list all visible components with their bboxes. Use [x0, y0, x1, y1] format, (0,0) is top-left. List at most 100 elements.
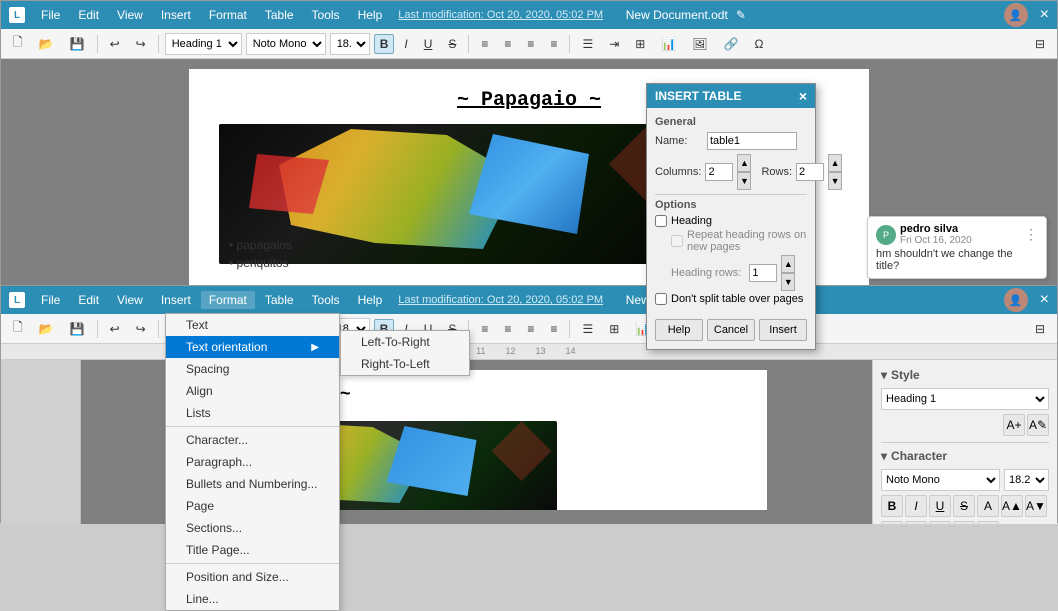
italic-format-btn[interactable]: I [905, 495, 927, 517]
insert-chart-btn[interactable]: 📊 [655, 34, 682, 54]
menu-item-page[interactable]: Page [166, 495, 339, 517]
bold-format-btn[interactable]: B [881, 495, 903, 517]
style-new-btn[interactable]: A+ [1003, 414, 1025, 436]
heading-rows-increment-btn[interactable]: ▲ [781, 255, 795, 273]
edit-filename-icon[interactable]: ✎ [736, 8, 746, 22]
underline-format-btn[interactable]: U [929, 495, 951, 517]
character-section-header[interactable]: ▾ Character [881, 449, 1049, 463]
bottom-menu-view[interactable]: View [109, 291, 151, 309]
align-center-btn[interactable]: ≡ [498, 34, 517, 54]
italic-button[interactable]: I [398, 34, 413, 54]
menu-item-character[interactable]: Character... [166, 429, 339, 451]
bottom-align-right[interactable]: ≡ [521, 319, 540, 339]
menu-item-text-orientation[interactable]: Text orientation ▶ [166, 336, 339, 358]
menu-item-title-page[interactable]: Title Page... [166, 539, 339, 561]
dont-split-checkbox[interactable] [655, 293, 667, 305]
heading-rows-decrement-btn[interactable]: ▼ [781, 273, 795, 291]
bottom-align-center[interactable]: ≡ [498, 319, 517, 339]
dialog-help-button[interactable]: Help [655, 319, 703, 341]
insert-link-btn[interactable]: 🔗 [718, 34, 745, 54]
repeat-heading-checkbox[interactable] [671, 235, 683, 247]
dialog-close-button[interactable]: × [799, 88, 807, 104]
bottom-justify[interactable]: ≡ [544, 319, 563, 339]
menu-item-line[interactable]: Line... [166, 588, 339, 610]
menu-format[interactable]: Format [201, 6, 255, 24]
dialog-cancel-button[interactable]: Cancel [707, 319, 755, 341]
open-btn[interactable]: 📂 [33, 34, 60, 54]
menu-insert[interactable]: Insert [153, 6, 199, 24]
submenu-rtl[interactable]: Right-To-Left [341, 353, 469, 375]
columns-increment-btn[interactable]: ▲ [737, 154, 751, 172]
bottom-list-btn[interactable]: ☰ [576, 319, 599, 339]
save-btn[interactable]: 💾 [64, 34, 91, 54]
bottom-menu-format[interactable]: Format [201, 291, 255, 309]
menu-item-position-size[interactable]: Position and Size... [166, 566, 339, 588]
bottom-redo-btn[interactable]: ↪ [130, 319, 152, 339]
redo-btn[interactable]: ↪ [130, 34, 152, 54]
menu-file[interactable]: File [33, 6, 68, 24]
bottom-menu-table[interactable]: Table [257, 291, 302, 309]
menu-item-align[interactable]: Align [166, 380, 339, 402]
sidebar-toggle-btn[interactable]: ⊟ [1029, 34, 1051, 54]
font-size-select-panel[interactable]: 18.2 [1004, 469, 1049, 491]
heading-rows-input[interactable] [749, 264, 777, 282]
dialog-insert-button[interactable]: Insert [759, 319, 807, 341]
bold-button[interactable]: B [374, 34, 395, 54]
justify-btn[interactable]: ≡ [544, 34, 563, 54]
strikethrough-button[interactable]: S [442, 34, 462, 54]
bottom-open-btn[interactable]: 📂 [33, 319, 60, 339]
bottom-align-left[interactable]: ≡ [475, 319, 494, 339]
rows-decrement-btn[interactable]: ▼ [828, 172, 842, 190]
bottom-undo-btn[interactable]: ↩ [104, 319, 126, 339]
new-btn[interactable]: 🗋 [7, 30, 29, 57]
menu-help[interactable]: Help [350, 6, 391, 24]
columns-decrement-btn[interactable]: ▼ [737, 172, 751, 190]
font-select[interactable]: Noto Mono [246, 33, 326, 55]
underline-button[interactable]: U [418, 34, 439, 54]
bottom-menu-insert[interactable]: Insert [153, 291, 199, 309]
menu-item-text[interactable]: Text [166, 314, 339, 336]
bottom-window-close[interactable]: × [1040, 291, 1049, 309]
insert-table-tb-btn[interactable]: ⊞ [629, 34, 651, 54]
strike-format-btn[interactable]: S [953, 495, 975, 517]
style-section-header[interactable]: ▾ Style [881, 368, 1049, 382]
comment-menu-button[interactable]: ⋮ [1024, 226, 1038, 243]
align-left-btn[interactable]: ≡ [475, 34, 494, 54]
submenu-ltr[interactable]: Left-To-Right [341, 331, 469, 353]
menu-tools[interactable]: Tools [304, 6, 348, 24]
dialog-name-input[interactable] [707, 132, 797, 150]
bottom-new-btn[interactable]: 🗋 [7, 315, 29, 342]
list-btn[interactable]: ☰ [576, 34, 599, 54]
bottom-menu-tools[interactable]: Tools [304, 291, 348, 309]
align-right-btn[interactable]: ≡ [521, 34, 540, 54]
menu-view[interactable]: View [109, 6, 151, 24]
heading-checkbox[interactable] [655, 215, 667, 227]
increase-size-btn[interactable]: A▲ [1001, 495, 1023, 517]
dialog-columns-input[interactable] [705, 163, 733, 181]
bottom-sidebar-btn[interactable]: ⊟ [1029, 319, 1051, 339]
menu-item-sections[interactable]: Sections... [166, 517, 339, 539]
undo-btn[interactable]: ↩ [104, 34, 126, 54]
menu-table[interactable]: Table [257, 6, 302, 24]
menu-item-bullets[interactable]: Bullets and Numbering... [166, 473, 339, 495]
shadow-format-btn[interactable]: A [977, 495, 999, 517]
bottom-menu-edit[interactable]: Edit [70, 291, 107, 309]
window-close-button[interactable]: × [1040, 6, 1049, 24]
insert-image-btn[interactable]: 🖼 [686, 34, 713, 54]
style-select[interactable]: Heading 1 [165, 33, 242, 55]
dialog-rows-input[interactable] [796, 163, 824, 181]
menu-item-lists[interactable]: Lists [166, 402, 339, 424]
bottom-save-btn[interactable]: 💾 [64, 319, 91, 339]
rows-increment-btn[interactable]: ▲ [828, 154, 842, 172]
bottom-menu-help[interactable]: Help [350, 291, 391, 309]
menu-edit[interactable]: Edit [70, 6, 107, 24]
decrease-size-btn[interactable]: A▼ [1025, 495, 1047, 517]
menu-item-paragraph[interactable]: Paragraph... [166, 451, 339, 473]
style-edit-btn[interactable]: A✎ [1027, 414, 1049, 436]
special-char-btn[interactable]: Ω [748, 34, 769, 54]
font-family-select[interactable]: Noto Mono [881, 469, 1000, 491]
style-dropdown[interactable]: Heading 1 [881, 388, 1049, 410]
font-size-select[interactable]: 18.2 [330, 33, 370, 55]
bottom-insert-table-btn[interactable]: ⊞ [603, 319, 625, 339]
indent-btn[interactable]: ⇥ [603, 34, 625, 54]
